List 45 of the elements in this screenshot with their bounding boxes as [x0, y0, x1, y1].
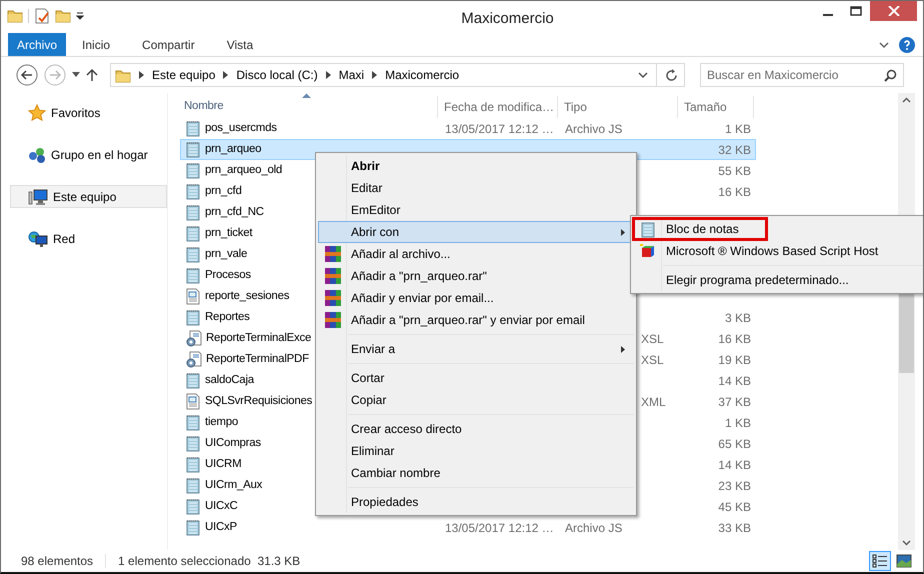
modified-date: 13/05/2017 12:12 … [445, 122, 554, 136]
file-name: prn_cfd [205, 184, 242, 199]
file-name: pos_usercmds [205, 120, 277, 136]
file-size: 3 KB [724, 310, 751, 324]
file-name: Procesos [205, 268, 251, 283]
window-title: Maxicomercio [460, 9, 555, 29]
modified-date: 13/05/2017 12:12 … [445, 520, 554, 534]
file-name: UICrm_Aux [205, 478, 262, 493]
file-name: ReporteTerminalExce [206, 330, 312, 346]
file-size: 16 KB [718, 332, 751, 346]
file-size: 45 KB [718, 500, 751, 514]
file-size: 65 KB [718, 436, 751, 450]
file-name: prn_cfd_NC [205, 204, 264, 220]
file-name: tiempo [205, 414, 238, 430]
file-name: reporte_sesiones [205, 288, 290, 304]
selection-info: 1 elemento seleccionado 31.3 KB [118, 553, 300, 570]
file-size: 1 KB [724, 416, 751, 430]
file-size: 23 KB [718, 478, 751, 492]
item-count: 98 elementos [21, 553, 94, 570]
file-type: XML [641, 394, 666, 408]
file-name: prn_arqueo_old [205, 162, 282, 178]
file-size: 14 KB [718, 374, 751, 388]
file-name: UICxC [205, 498, 238, 514]
file-size: 14 KB [718, 458, 751, 472]
file-name: ReporteTerminalPDF [206, 352, 309, 367]
file-name: saldoCaja [205, 372, 254, 388]
file-type: Archivo JS [565, 122, 622, 136]
file-size: 1 KB [724, 122, 751, 136]
file-size: 55 KB [718, 164, 751, 178]
file-size: 19 KB [718, 352, 751, 366]
file-name: prn_ticket [205, 226, 252, 241]
file-size: 37 KB [718, 394, 751, 408]
file-name: UICxP [205, 520, 237, 535]
file-size: 16 KB [718, 184, 751, 198]
file-type: XSL [641, 352, 664, 366]
file-name: Reportes [205, 310, 250, 325]
file-name: UICompras [205, 436, 261, 451]
file-name: prn_arqueo [205, 142, 262, 157]
file-size: 33 KB [718, 520, 751, 534]
file-name: prn_vale [205, 246, 248, 262]
file-name: UICRM [205, 456, 242, 472]
file-size: 32 KB [718, 142, 751, 156]
file-type: XSL [641, 332, 664, 346]
file-name: SQLSvrRequisiciones [205, 394, 312, 409]
file-type: Archivo JS [565, 520, 622, 534]
